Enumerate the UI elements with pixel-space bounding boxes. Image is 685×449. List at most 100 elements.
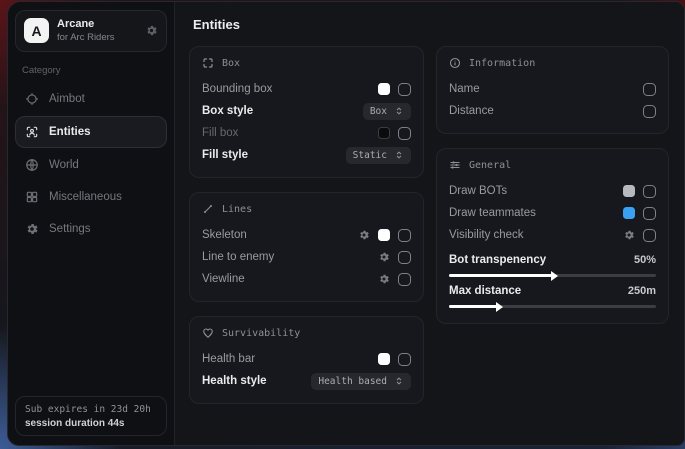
setting-row-draw-teammates: Draw teammates bbox=[449, 202, 656, 224]
setting-label: Health style bbox=[202, 375, 267, 387]
checkbox[interactable] bbox=[398, 251, 411, 264]
panel-survivability: Survivability Health bar Health style bbox=[189, 316, 424, 404]
grid-icon bbox=[25, 190, 39, 204]
setting-row-skeleton: Skeleton bbox=[202, 224, 411, 246]
color-swatch[interactable] bbox=[378, 83, 390, 95]
chevron-up-down-icon bbox=[394, 150, 404, 160]
main-content: Entities Box Bounding box bbox=[175, 2, 684, 445]
info-icon bbox=[449, 57, 461, 69]
setting-row-viewline: Viewline bbox=[202, 268, 411, 290]
setting-label: Name bbox=[449, 83, 480, 95]
checkbox[interactable] bbox=[643, 83, 656, 96]
bot-transparency-slider[interactable] bbox=[449, 274, 656, 277]
app-logo: A bbox=[24, 18, 49, 43]
session-duration-text: session duration 44s bbox=[25, 418, 157, 429]
sidebar-item-label: World bbox=[49, 159, 79, 171]
color-swatch[interactable] bbox=[623, 185, 635, 197]
panel-title: Lines bbox=[222, 204, 252, 215]
gear-icon[interactable] bbox=[378, 273, 390, 285]
setting-row-distance: Distance bbox=[449, 100, 656, 122]
setting-row-fill-style: Fill style Static bbox=[202, 144, 411, 166]
checkbox[interactable] bbox=[398, 83, 411, 96]
panel-title: Information bbox=[469, 58, 535, 69]
slider-value: 50% bbox=[634, 254, 656, 266]
slider-value: 250m bbox=[628, 285, 656, 297]
health-style-dropdown[interactable]: Health based bbox=[311, 373, 411, 390]
checkbox[interactable] bbox=[643, 185, 656, 198]
setting-label: Draw BOTs bbox=[449, 185, 507, 197]
sliders-icon bbox=[449, 159, 461, 171]
panel-general: General Draw BOTs Draw teammates bbox=[436, 148, 669, 324]
setting-label: Draw teammates bbox=[449, 207, 536, 219]
sidebar-item-settings[interactable]: Settings bbox=[15, 214, 167, 244]
fill-style-dropdown[interactable]: Static bbox=[346, 147, 411, 164]
setting-label: Distance bbox=[449, 105, 494, 117]
setting-label: Box style bbox=[202, 105, 253, 117]
gear-icon bbox=[25, 222, 39, 236]
checkbox[interactable] bbox=[398, 273, 411, 286]
panel-survivability-header: Survivability bbox=[202, 327, 411, 339]
gear-icon[interactable] bbox=[145, 24, 158, 37]
setting-row-fill-box: Fill box bbox=[202, 122, 411, 144]
panel-title: General bbox=[469, 160, 511, 171]
panel-title: Survivability bbox=[222, 328, 300, 339]
checkbox[interactable] bbox=[398, 127, 411, 140]
setting-row-draw-bots: Draw BOTs bbox=[449, 180, 656, 202]
chevron-up-down-icon bbox=[394, 106, 404, 116]
color-swatch[interactable] bbox=[378, 229, 390, 241]
checkbox[interactable] bbox=[398, 229, 411, 242]
max-distance-slider[interactable] bbox=[449, 305, 656, 308]
checkbox[interactable] bbox=[643, 207, 656, 220]
globe-icon bbox=[25, 158, 39, 172]
checkbox[interactable] bbox=[643, 229, 656, 242]
setting-row-bot-transparency: Bot transpenency 50% bbox=[449, 251, 656, 277]
checkbox[interactable] bbox=[643, 105, 656, 118]
sidebar: A Arcane for Arc Riders Category Aimbot … bbox=[8, 2, 175, 445]
sidebar-item-label: Aimbot bbox=[49, 93, 85, 105]
checkbox[interactable] bbox=[398, 353, 411, 366]
sidebar-item-label: Entities bbox=[49, 126, 91, 138]
color-swatch[interactable] bbox=[623, 207, 635, 219]
gear-icon[interactable] bbox=[378, 251, 390, 263]
slider-fill bbox=[449, 274, 553, 277]
sidebar-item-world[interactable]: World bbox=[15, 150, 167, 180]
setting-label: Line to enemy bbox=[202, 251, 274, 263]
panel-information-header: Information bbox=[449, 57, 656, 69]
overlay-window: A Arcane for Arc Riders Category Aimbot … bbox=[7, 1, 685, 446]
page-title: Entities bbox=[193, 17, 669, 32]
sidebar-item-miscellaneous[interactable]: Miscellaneous bbox=[15, 182, 167, 212]
setting-label: Visibility check bbox=[449, 229, 524, 241]
gear-icon[interactable] bbox=[623, 229, 635, 241]
heart-icon bbox=[202, 327, 214, 339]
panel-lines: Lines Skeleton Line to enem bbox=[189, 192, 424, 302]
setting-row-bounding-box: Bounding box bbox=[202, 78, 411, 100]
sidebar-item-entities[interactable]: Entities bbox=[15, 116, 167, 148]
panel-box: Box Bounding box Box style Box bbox=[189, 46, 424, 178]
box-style-dropdown[interactable]: Box bbox=[363, 103, 411, 120]
subscription-card: Sub expires in 23d 20h session duration … bbox=[15, 396, 167, 436]
color-swatch[interactable] bbox=[378, 127, 390, 139]
line-icon bbox=[202, 203, 214, 215]
dropdown-value: Static bbox=[353, 150, 387, 161]
app-subtitle: for Arc Riders bbox=[57, 32, 115, 44]
app-titles: Arcane for Arc Riders bbox=[57, 18, 115, 44]
setting-row-health-style: Health style Health based bbox=[202, 370, 411, 392]
slider-fill bbox=[449, 305, 497, 308]
panel-title: Box bbox=[222, 58, 240, 69]
setting-label: Max distance bbox=[449, 285, 521, 297]
sub-expires-text: Sub expires in 23d 20h bbox=[25, 404, 157, 415]
sidebar-item-label: Miscellaneous bbox=[49, 191, 122, 203]
gear-icon[interactable] bbox=[358, 229, 370, 241]
color-swatch[interactable] bbox=[378, 353, 390, 365]
setting-label: Bounding box bbox=[202, 83, 272, 95]
setting-row-box-style: Box style Box bbox=[202, 100, 411, 122]
setting-row-visibility-check: Visibility check bbox=[449, 224, 656, 246]
panel-lines-header: Lines bbox=[202, 203, 411, 215]
panel-information: Information Name Distance bbox=[436, 46, 669, 134]
setting-row-line-to-enemy: Line to enemy bbox=[202, 246, 411, 268]
dropdown-value: Health based bbox=[318, 376, 387, 387]
sidebar-item-aimbot[interactable]: Aimbot bbox=[15, 84, 167, 114]
panel-box-header: Box bbox=[202, 57, 411, 69]
app-name: Arcane bbox=[57, 18, 115, 32]
dropdown-value: Box bbox=[370, 106, 387, 117]
